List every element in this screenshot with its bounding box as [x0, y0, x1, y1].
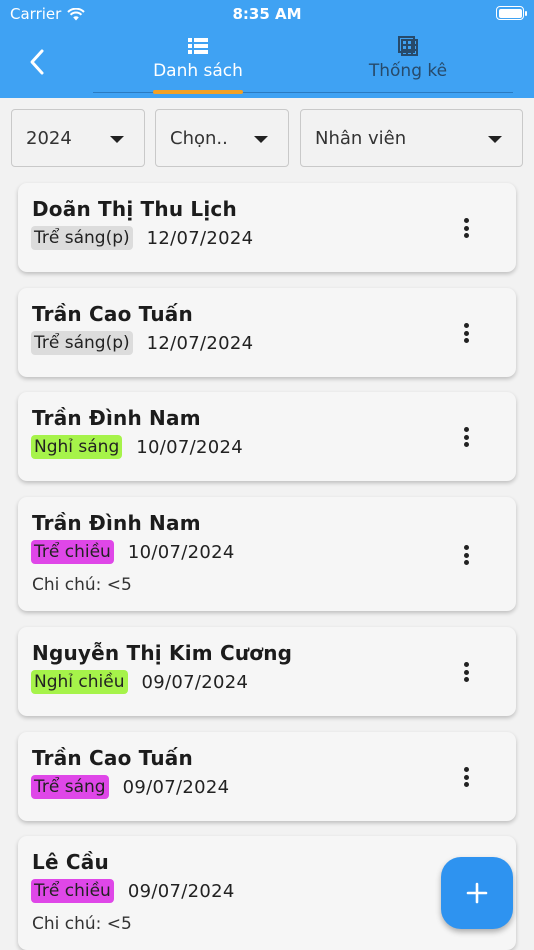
- list-icon: [187, 34, 209, 58]
- record-date: 09/07/2024: [122, 776, 230, 798]
- plus-icon: [466, 882, 488, 904]
- employee-name: Trần Cao Tuấn: [32, 302, 193, 326]
- more-vert-icon[interactable]: [456, 424, 476, 450]
- table-chart-icon: [397, 34, 419, 58]
- caret-down-icon: [254, 136, 268, 143]
- record-card[interactable]: Trần Đình Nam Trể chiều 10/07/2024 Chi c…: [18, 497, 516, 611]
- chevron-left-icon: [30, 49, 44, 75]
- tab-label: Danh sách: [153, 61, 243, 81]
- month-value: Chọn..: [170, 127, 228, 149]
- battery-icon: [496, 6, 527, 20]
- employee-name: Doãn Thị Thu Lịch: [32, 197, 237, 221]
- status-badge: Trể sáng(p): [31, 226, 133, 250]
- tab-label: Thống kê: [368, 61, 448, 81]
- more-vert-icon[interactable]: [456, 659, 476, 685]
- more-vert-icon[interactable]: [456, 320, 476, 346]
- staff-dropdown[interactable]: Nhân viên: [300, 109, 523, 167]
- employee-name: Trần Đình Nam: [32, 406, 201, 430]
- employee-name: Nguyễn Thị Kim Cương: [32, 641, 293, 665]
- caret-down-icon: [488, 136, 502, 143]
- record-note: Chi chú: <5: [32, 914, 132, 934]
- add-record-button[interactable]: [441, 857, 513, 929]
- status-badge: Trể chiều: [31, 879, 114, 903]
- record-date: 10/07/2024: [127, 541, 235, 563]
- record-date: 12/07/2024: [146, 332, 254, 354]
- record-date: 09/07/2024: [127, 880, 235, 902]
- tab-thong-ke[interactable]: Thống kê: [352, 32, 464, 94]
- year-value: 2024: [26, 127, 72, 149]
- month-dropdown[interactable]: Chọn..: [155, 109, 289, 167]
- record-date: 12/07/2024: [146, 227, 254, 249]
- employee-name: Trần Cao Tuấn: [32, 746, 193, 770]
- record-date: 09/07/2024: [141, 671, 249, 693]
- employee-name: Trần Đình Nam: [32, 511, 201, 535]
- record-card[interactable]: Trần Cao Tuấn Trể sáng 09/07/2024: [18, 732, 516, 821]
- status-badge: Trể sáng(p): [31, 331, 133, 355]
- record-card[interactable]: Nguyễn Thị Kim Cương Nghỉ chiều 09/07/20…: [18, 627, 516, 716]
- employee-name: Lê Cầu: [32, 850, 109, 874]
- more-vert-icon[interactable]: [456, 215, 476, 241]
- status-badge: Trể sáng: [31, 775, 109, 799]
- staff-value: Nhân viên: [315, 127, 407, 149]
- status-badge: Nghỉ chiều: [31, 670, 128, 694]
- back-button[interactable]: [22, 44, 52, 80]
- status-badge: Nghỉ sáng: [31, 435, 123, 459]
- record-card[interactable]: Doãn Thị Thu Lịch Trể sáng(p) 12/07/2024: [18, 183, 516, 272]
- record-card[interactable]: Trần Cao Tuấn Trể sáng(p) 12/07/2024: [18, 288, 516, 377]
- app-header: Carrier 8:35 AM Danh sách Thống kê: [0, 0, 534, 98]
- more-vert-icon[interactable]: [456, 764, 476, 790]
- status-bar: Carrier 8:35 AM: [0, 0, 534, 28]
- tab-indicator: [153, 90, 243, 94]
- status-badge: Trể chiều: [31, 540, 114, 564]
- caret-down-icon: [110, 136, 124, 143]
- status-time: 8:35 AM: [232, 5, 302, 23]
- record-date: 10/07/2024: [136, 436, 243, 458]
- year-dropdown[interactable]: 2024: [11, 109, 145, 167]
- more-vert-icon[interactable]: [456, 542, 476, 568]
- tab-danh-sach[interactable]: Danh sách: [140, 32, 256, 94]
- record-note: Chi chú: <5: [32, 575, 132, 595]
- record-card[interactable]: Trần Đình Nam Nghỉ sáng 10/07/2024: [18, 392, 516, 481]
